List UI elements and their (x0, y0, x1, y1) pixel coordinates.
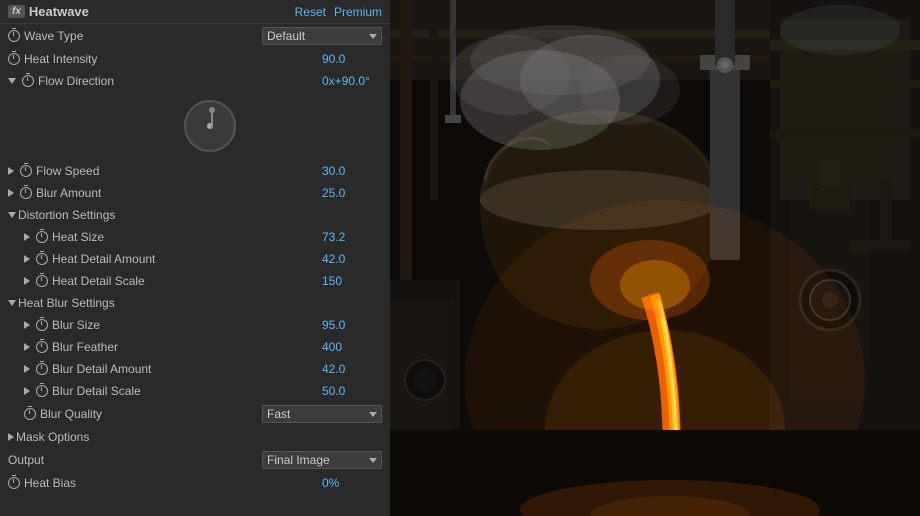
heat-detail-amount-stopwatch-icon[interactable] (36, 253, 48, 265)
heat-intensity-label: Heat Intensity (8, 52, 322, 66)
heat-detail-amount-row: Heat Detail Amount 42.0 (0, 248, 390, 270)
panel-title: Heatwave (29, 4, 89, 19)
heat-size-expand-icon[interactable] (24, 233, 30, 241)
blur-size-value[interactable]: 95.0 (322, 318, 382, 332)
flow-direction-row: Flow Direction 0x+90.0° (0, 70, 390, 92)
mask-options-header[interactable]: Mask Options (0, 426, 390, 448)
dial-indicator-svg (186, 102, 238, 154)
preview-panel (390, 0, 920, 516)
blur-feather-stopwatch-icon[interactable] (36, 341, 48, 353)
blur-detail-scale-label: Blur Detail Scale (24, 384, 322, 398)
heat-blur-settings-header[interactable]: Heat Blur Settings (0, 292, 390, 314)
heat-blur-settings-collapse-icon[interactable] (8, 300, 16, 306)
panel-title-group: fx Heatwave (8, 4, 89, 19)
distortion-settings-header[interactable]: Distortion Settings (0, 204, 390, 226)
blur-amount-expand-icon[interactable] (8, 189, 14, 197)
flow-direction-value[interactable]: 0x+90.0° (322, 74, 382, 88)
heat-detail-amount-label: Heat Detail Amount (24, 252, 322, 266)
reset-button[interactable]: Reset (295, 5, 326, 19)
blur-quality-label: Blur Quality (24, 407, 262, 421)
flow-direction-dial[interactable] (184, 100, 236, 152)
panel-header: fx Heatwave Reset Premium (0, 0, 390, 24)
flow-direction-collapse-icon[interactable] (8, 78, 16, 84)
blur-quality-stopwatch-icon[interactable] (24, 408, 36, 420)
blur-amount-label: Blur Amount (8, 186, 322, 200)
blur-amount-value[interactable]: 25.0 (322, 186, 382, 200)
blur-quality-dropdown-arrow-icon (369, 412, 377, 417)
output-label: Output (8, 453, 262, 467)
flow-speed-row: Flow Speed 30.0 (0, 160, 390, 182)
flow-speed-expand-icon[interactable] (8, 167, 14, 175)
wave-type-label: Wave Type (8, 29, 262, 43)
blur-size-label: Blur Size (24, 318, 322, 332)
heat-bias-row: Heat Bias 0% (0, 472, 390, 494)
premium-button[interactable]: Premium (334, 5, 382, 19)
blur-size-row: Blur Size 95.0 (0, 314, 390, 336)
heat-detail-amount-value[interactable]: 42.0 (322, 252, 382, 266)
heat-bias-value[interactable]: 0% (322, 476, 382, 490)
flow-speed-value[interactable]: 30.0 (322, 164, 382, 178)
heat-size-stopwatch-icon[interactable] (36, 231, 48, 243)
blur-feather-value[interactable]: 400 (322, 340, 382, 354)
output-row: Output Final Image (0, 448, 390, 472)
blur-detail-amount-value[interactable]: 42.0 (322, 362, 382, 376)
blur-quality-row: Blur Quality Fast (0, 402, 390, 426)
heat-bias-stopwatch-icon[interactable] (8, 477, 20, 489)
flow-speed-stopwatch-icon[interactable] (20, 165, 32, 177)
distortion-settings-collapse-icon[interactable] (8, 212, 16, 218)
heat-detail-scale-label: Heat Detail Scale (24, 274, 322, 288)
blur-quality-dropdown[interactable]: Fast (262, 405, 382, 423)
heat-size-row: Heat Size 73.2 (0, 226, 390, 248)
blur-detail-amount-row: Blur Detail Amount 42.0 (0, 358, 390, 380)
heat-detail-scale-value[interactable]: 150 (322, 274, 382, 288)
wave-type-stopwatch-icon[interactable] (8, 30, 20, 42)
heat-intensity-value[interactable]: 90.0 (322, 52, 382, 66)
blur-detail-amount-expand-icon[interactable] (24, 365, 30, 373)
wave-type-dropdown-arrow-icon (369, 34, 377, 39)
factory-scene-svg (390, 0, 920, 516)
blur-detail-scale-row: Blur Detail Scale 50.0 (0, 380, 390, 402)
flow-direction-dial-container (0, 92, 390, 160)
heat-size-value[interactable]: 73.2 (322, 230, 382, 244)
effects-panel: fx Heatwave Reset Premium Wave Type Defa… (0, 0, 390, 516)
blur-detail-scale-value[interactable]: 50.0 (322, 384, 382, 398)
heat-intensity-row: Heat Intensity 90.0 (0, 48, 390, 70)
blur-feather-row: Blur Feather 400 (0, 336, 390, 358)
blur-amount-row: Blur Amount 25.0 (0, 182, 390, 204)
blur-amount-stopwatch-icon[interactable] (20, 187, 32, 199)
blur-detail-amount-label: Blur Detail Amount (24, 362, 322, 376)
wave-type-dropdown[interactable]: Default (262, 27, 382, 45)
heat-detail-scale-expand-icon[interactable] (24, 277, 30, 285)
heat-detail-scale-stopwatch-icon[interactable] (36, 275, 48, 287)
mask-options-expand-icon[interactable] (8, 433, 14, 441)
flow-direction-stopwatch-icon[interactable] (22, 75, 34, 87)
blur-feather-expand-icon[interactable] (24, 343, 30, 351)
heat-size-label: Heat Size (24, 230, 322, 244)
heat-detail-amount-expand-icon[interactable] (24, 255, 30, 263)
fx-badge: fx (8, 5, 25, 18)
blur-size-stopwatch-icon[interactable] (36, 319, 48, 331)
header-links: Reset Premium (295, 5, 382, 19)
heat-bias-label: Heat Bias (8, 476, 322, 490)
output-dropdown-arrow-icon (369, 458, 377, 463)
blur-detail-scale-stopwatch-icon[interactable] (36, 385, 48, 397)
flow-speed-label: Flow Speed (8, 164, 322, 178)
heat-detail-scale-row: Heat Detail Scale 150 (0, 270, 390, 292)
blur-detail-amount-stopwatch-icon[interactable] (36, 363, 48, 375)
flow-direction-label: Flow Direction (8, 74, 322, 88)
wave-type-row: Wave Type Default (0, 24, 390, 48)
heat-intensity-stopwatch-icon[interactable] (8, 53, 20, 65)
output-dropdown[interactable]: Final Image (262, 451, 382, 469)
blur-detail-scale-expand-icon[interactable] (24, 387, 30, 395)
blur-size-expand-icon[interactable] (24, 321, 30, 329)
blur-feather-label: Blur Feather (24, 340, 322, 354)
